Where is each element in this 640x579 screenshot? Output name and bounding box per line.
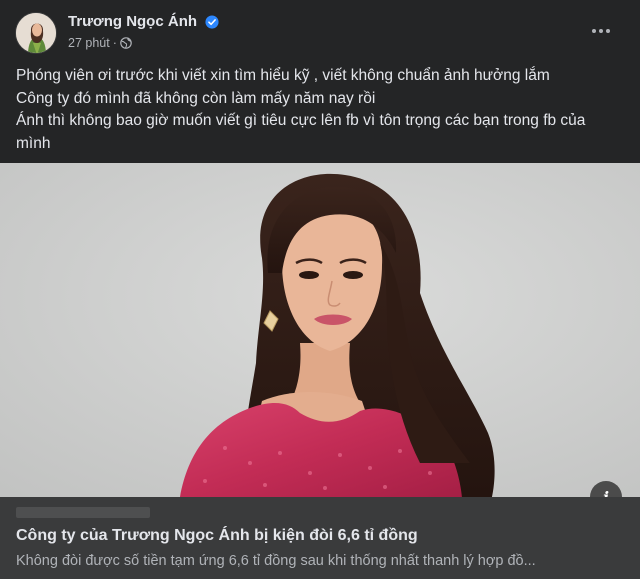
link-title[interactable]: Công ty của Trương Ngọc Ánh bị kiện đòi … xyxy=(16,527,418,545)
post-text-line: mình xyxy=(16,134,51,152)
portrait-photo xyxy=(0,163,640,497)
post-text-line: Phóng viên ơi trước khi viết xin tìm hiể… xyxy=(16,67,550,84)
facebook-post: Trương Ngọc Ánh 27 phút · Phóng viên ơi t… xyxy=(0,0,640,579)
link-preview-image[interactable] xyxy=(0,163,640,497)
post-text-line: Công ty đó mình đã không còn làm mấy năm… xyxy=(16,89,376,107)
verified-badge-icon xyxy=(205,15,219,29)
post-header: Trương Ngọc Ánh 27 phút · xyxy=(0,0,640,62)
author-avatar[interactable] xyxy=(15,12,57,54)
more-options-icon xyxy=(592,29,596,33)
post-text-line: Ánh thì không bao giờ muốn viết gì tiêu … xyxy=(16,112,586,129)
more-dot xyxy=(599,29,603,33)
post-meta: 27 phút · xyxy=(68,36,132,50)
post-timestamp[interactable]: 27 phút xyxy=(68,36,110,50)
more-dot xyxy=(606,29,610,33)
link-domain-redacted xyxy=(16,507,150,518)
avatar-image xyxy=(16,13,56,53)
meta-separator: · xyxy=(112,36,117,50)
link-preview-box[interactable]: Công ty của Trương Ngọc Ánh bị kiện đòi … xyxy=(0,497,640,579)
author-name[interactable]: Trương Ngọc Ánh xyxy=(68,13,197,30)
globe-icon[interactable] xyxy=(120,37,132,49)
link-description: Không đòi được số tiền tạm ứng 6,6 tỉ đồ… xyxy=(16,553,536,569)
more-options-button[interactable] xyxy=(583,16,619,46)
post-message: Phóng viên ơi trước khi viết xin tìm hiể… xyxy=(16,65,626,155)
